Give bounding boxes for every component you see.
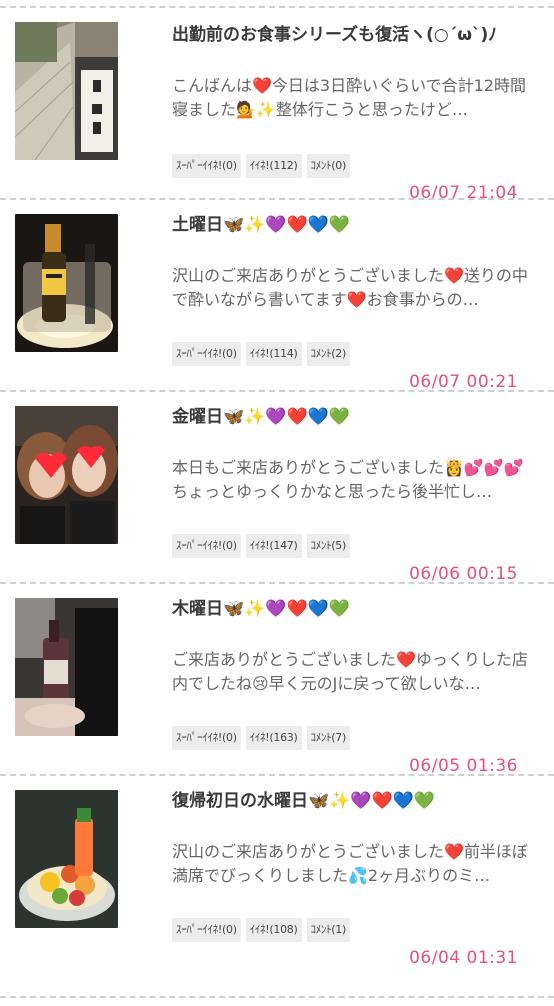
like-button[interactable]: ｲｲﾈ!(114) xyxy=(245,342,302,366)
selfie-photo xyxy=(15,406,118,544)
post-title[interactable]: 出勤前のお食事シリーズも復活ヽ(○´ω`)ﾉ xyxy=(172,24,542,47)
street-photo xyxy=(15,22,118,160)
wine-photo xyxy=(15,598,118,736)
post-title[interactable]: 復帰初日の水曜日🦋✨💜❤️💙💚 xyxy=(172,790,542,813)
like-button[interactable]: ｲｲﾈ!(147) xyxy=(245,534,302,558)
blog-post[interactable]: 出勤前のお食事シリーズも復活ヽ(○´ω`)ﾉ こんばんは❤️今日は3日酔いぐらい… xyxy=(0,6,554,203)
post-title[interactable]: 木曜日🦋✨💜❤️💙💚 xyxy=(172,598,542,621)
post-excerpt: ご来店ありがとうございました❤️ゆっくりした店内でしたね😢早く元のJに戻って欲し… xyxy=(172,650,528,693)
fruit-photo xyxy=(15,790,118,928)
post-reactions: ｽｰﾊﾟｰｲｲﾈ!(0) ｲｲﾈ!(112) ｺﾒﾝﾄ(0) xyxy=(172,154,350,178)
blog-feed: 出勤前のお食事シリーズも復活ヽ(○´ω`)ﾉ こんばんは❤️今日は3日酔いぐらい… xyxy=(0,6,554,1006)
post-thumbnail[interactable] xyxy=(15,214,118,352)
post-reactions: ｽｰﾊﾟｰｲｲﾈ!(0) ｲｲﾈ!(114) ｺﾒﾝﾄ(2) xyxy=(172,342,350,366)
super-like-button[interactable]: ｽｰﾊﾟｰｲｲﾈ!(0) xyxy=(172,342,241,366)
comment-button[interactable]: ｺﾒﾝﾄ(0) xyxy=(306,154,350,178)
post-reactions: ｽｰﾊﾟｰｲｲﾈ!(0) ｲｲﾈ!(163) ｺﾒﾝﾄ(7) xyxy=(172,726,350,750)
post-excerpt: 沢山のご来店ありがとうございました❤️送りの中で酔いながら書いてます❤️お食事か… xyxy=(172,266,528,309)
post-excerpt: 本日もご来店ありがとうございました👸💕💕💕ちょっとゆっくりかなと思ったら後半忙し… xyxy=(172,458,524,501)
post-date: 06/07 00:21 xyxy=(409,372,518,392)
like-button[interactable]: ｲｲﾈ!(163) xyxy=(245,726,302,750)
super-like-button[interactable]: ｽｰﾊﾟｰｲｲﾈ!(0) xyxy=(172,726,241,750)
post-thumbnail[interactable] xyxy=(15,790,118,928)
post-date: 06/05 01:36 xyxy=(409,756,518,776)
post-excerpt: 沢山のご来店ありがとうございました❤️前半ほぼ満席でびっくりしました💦2ヶ月ぶり… xyxy=(172,842,528,885)
post-date: 06/06 00:15 xyxy=(409,564,518,584)
post-title[interactable]: 土曜日🦋✨💜❤️💙💚 xyxy=(172,214,542,237)
champagne-photo xyxy=(15,214,118,352)
comment-button[interactable]: ｺﾒﾝﾄ(5) xyxy=(306,534,350,558)
blog-post[interactable]: 金曜日🦋✨💜❤️💙💚 本日もご来店ありがとうございました👸💕💕💕ちょっとゆっくり… xyxy=(0,390,554,584)
comment-button[interactable]: ｺﾒﾝﾄ(2) xyxy=(306,342,350,366)
post-reactions: ｽｰﾊﾟｰｲｲﾈ!(0) ｲｲﾈ!(108) ｺﾒﾝﾄ(1) xyxy=(172,918,350,942)
blog-post[interactable]: 復帰初日の水曜日🦋✨💜❤️💙💚 沢山のご来店ありがとうございました❤️前半ほぼ満… xyxy=(0,774,554,968)
post-thumbnail[interactable] xyxy=(15,406,118,544)
comment-button[interactable]: ｺﾒﾝﾄ(7) xyxy=(306,726,350,750)
blog-post[interactable]: 木曜日🦋✨💜❤️💙💚 ご来店ありがとうございました❤️ゆっくりした店内でしたね😢… xyxy=(0,582,554,776)
post-excerpt: こんばんは❤️今日は3日酔いぐらいで合計12時間寝ました💁✨整体行こうと思ったけ… xyxy=(172,76,526,119)
post-title[interactable]: 金曜日🦋✨💜❤️💙💚 xyxy=(172,406,542,429)
divider xyxy=(0,996,554,998)
blog-post[interactable]: 土曜日🦋✨💜❤️💙💚 沢山のご来店ありがとうございました❤️送りの中で酔いながら… xyxy=(0,198,554,392)
comment-button[interactable]: ｺﾒﾝﾄ(1) xyxy=(306,918,350,942)
post-date: 06/04 01:31 xyxy=(409,948,518,968)
super-like-button[interactable]: ｽｰﾊﾟｰｲｲﾈ!(0) xyxy=(172,154,241,178)
post-reactions: ｽｰﾊﾟｰｲｲﾈ!(0) ｲｲﾈ!(147) ｺﾒﾝﾄ(5) xyxy=(172,534,350,558)
super-like-button[interactable]: ｽｰﾊﾟｰｲｲﾈ!(0) xyxy=(172,534,241,558)
like-button[interactable]: ｲｲﾈ!(112) xyxy=(245,154,302,178)
post-thumbnail[interactable] xyxy=(15,22,118,160)
like-button[interactable]: ｲｲﾈ!(108) xyxy=(245,918,302,942)
post-thumbnail[interactable] xyxy=(15,598,118,736)
super-like-button[interactable]: ｽｰﾊﾟｰｲｲﾈ!(0) xyxy=(172,918,241,942)
